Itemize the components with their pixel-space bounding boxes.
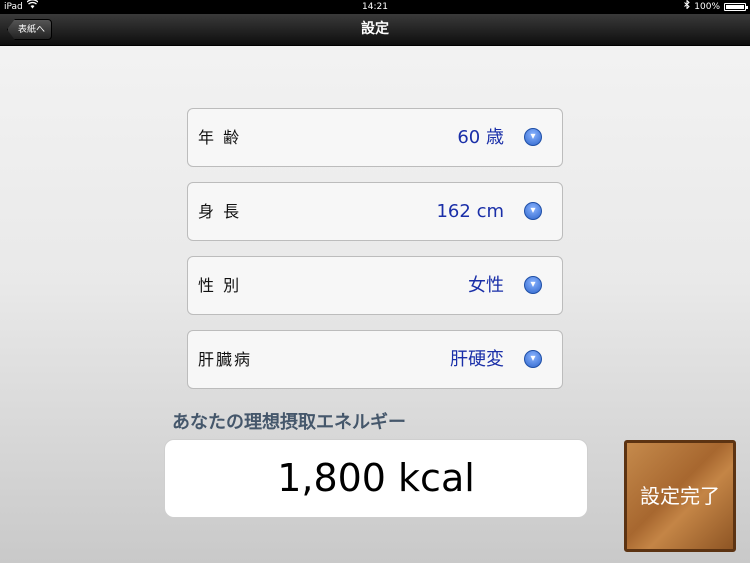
setting-value: 肝硬変 [450,349,504,370]
energy-caption: あなたの理想摂取エネルギー [172,412,406,433]
chevron-down-icon[interactable]: ▾ [524,202,542,220]
setting-label: 肝臓病 [198,350,253,369]
energy-value: 1,800 kcal [164,439,588,518]
setting-value: 女性 [468,275,504,296]
chevron-down-icon[interactable]: ▾ [524,350,542,368]
page-title: 設定 [361,21,389,37]
battery-percent: 100% [694,2,720,12]
status-bar: iPad 14:21 100% [0,0,750,14]
setting-value: 60 歳 [457,127,504,148]
setting-row-sex[interactable]: 性 別 女性 ▾ [187,256,563,315]
bluetooth-icon [684,0,690,14]
status-time: 14:21 [362,2,388,12]
setting-label: 身 長 [198,202,242,221]
nav-bar: 表紙へ 設定 [0,14,750,46]
setting-label: 性 別 [198,276,242,295]
setting-value: 162 cm [436,201,504,222]
setting-row-height[interactable]: 身 長 162 cm ▾ [187,182,563,241]
chevron-down-icon[interactable]: ▾ [524,128,542,146]
setting-label: 年 齢 [198,128,242,147]
status-right: 100% [684,0,748,14]
setting-row-age[interactable]: 年 齢 60 歳 ▾ [187,108,563,167]
chevron-down-icon[interactable]: ▾ [524,276,542,294]
battery-icon [724,3,748,11]
setting-row-liver-disease[interactable]: 肝臓病 肝硬変 ▾ [187,330,563,389]
settings-done-button[interactable]: 設定完了 [624,440,736,552]
